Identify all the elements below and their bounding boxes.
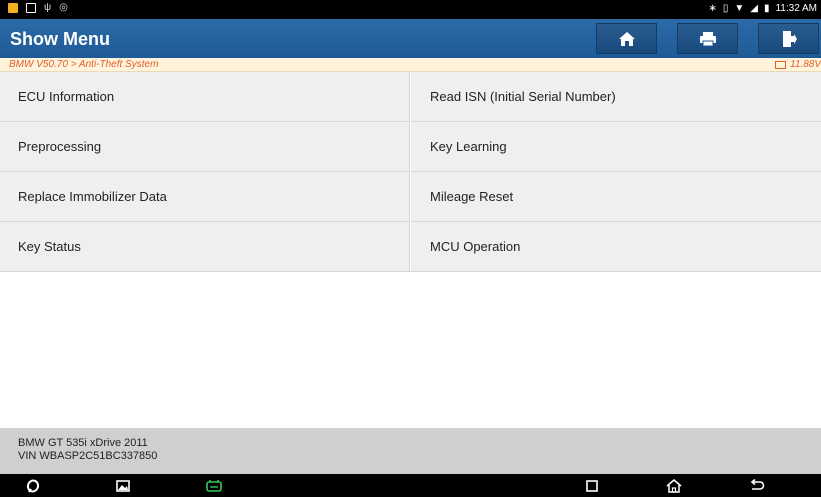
menu-item-mileage-reset[interactable]: Mileage Reset [411, 172, 821, 222]
signal-icon: ◢ [750, 3, 758, 14]
back-button[interactable] [748, 477, 766, 494]
breadcrumb: BMW V50.70 > Anti-Theft System [9, 59, 159, 70]
home-nav-icon [666, 478, 682, 493]
home-icon [618, 31, 635, 46]
exit-button[interactable] [758, 23, 819, 54]
vehicle-vin: VIN WBASP2C51BC337850 [18, 450, 158, 462]
vehicle-info: BMW GT 535i xDrive 2011 VIN WBASP2C51BC3… [18, 437, 157, 463]
recents-icon [586, 479, 598, 492]
back-icon [750, 478, 765, 490]
menu-item-read-isn[interactable]: Read ISN (Initial Serial Number) [411, 72, 821, 122]
bluetooth-icon: ∗ [708, 3, 717, 14]
app-screen: ψ ◎ ∗ ▯ ▼ ◢ ▮ 11:32 AM Show Menu BMW V50… [0, 0, 821, 497]
status-time: 11:32 AM [775, 3, 817, 14]
menu-item-key-learning[interactable]: Key Learning [411, 122, 821, 172]
menu-item-preprocessing[interactable]: Preprocessing [0, 122, 410, 172]
vehicle-info-bar: BMW GT 535i xDrive 2011 VIN WBASP2C51BC3… [0, 428, 821, 474]
function-menu: ECU Information Read ISN (Initial Serial… [0, 72, 821, 272]
wifi-icon: ▼ [734, 3, 745, 14]
sync-icon: ◎ [59, 2, 68, 13]
status-left-icons: ψ ◎ [8, 3, 68, 13]
status-bar: ψ ◎ ∗ ▯ ▼ ◢ ▮ 11:32 AM [0, 0, 821, 19]
menu-item-key-status[interactable]: Key Status [0, 222, 410, 272]
browser-icon [26, 479, 40, 493]
image-icon [26, 3, 36, 13]
diagnostic-button[interactable] [205, 477, 223, 494]
battery-voltage: 11.88V [775, 59, 821, 70]
gallery-icon [116, 479, 130, 492]
notification-icon [8, 3, 18, 13]
voltage-value: 11.88V [790, 59, 821, 70]
menu-item-replace-immobilizer-data[interactable]: Replace Immobilizer Data [0, 172, 410, 222]
menu-item-mcu-operation[interactable]: MCU Operation [411, 222, 821, 272]
vehicle-model: BMW GT 535i xDrive 2011 [18, 437, 148, 449]
title-bar: Show Menu [0, 19, 821, 58]
car-battery-icon [775, 60, 787, 69]
vibrate-icon: ▯ [722, 3, 729, 14]
print-icon [699, 31, 716, 46]
gallery-button[interactable] [114, 477, 132, 494]
status-right-icons: ∗ ▯ ▼ ◢ ▮ 11:32 AM [708, 3, 817, 14]
exit-icon [782, 30, 797, 47]
print-button[interactable] [677, 23, 738, 54]
recents-button[interactable] [583, 477, 601, 494]
menu-item-ecu-information[interactable]: ECU Information [0, 72, 410, 122]
diagnostic-icon [206, 479, 222, 492]
system-nav-bar [0, 474, 821, 497]
home-nav-button[interactable] [665, 477, 683, 494]
page-title: Show Menu [10, 29, 110, 49]
breadcrumb-bar: BMW V50.70 > Anti-Theft System 11.88V [0, 58, 821, 72]
browser-button[interactable] [24, 477, 42, 494]
battery-icon: ▮ [763, 3, 770, 14]
home-button[interactable] [596, 23, 657, 54]
usb-icon: ψ [44, 2, 52, 13]
